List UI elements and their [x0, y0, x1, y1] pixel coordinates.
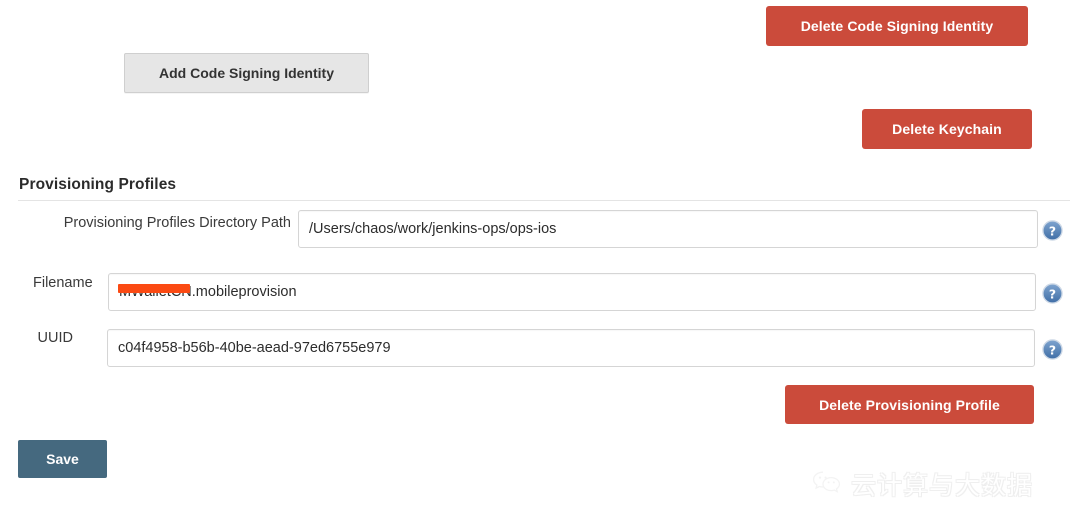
filename-input[interactable] — [108, 273, 1036, 311]
delete-provisioning-profile-button[interactable]: Delete Provisioning Profile — [785, 385, 1034, 424]
add-code-signing-identity-button[interactable]: Add Code Signing Identity — [124, 53, 369, 93]
help-icon-directory-path[interactable]: ? — [1042, 220, 1063, 241]
wechat-icon — [812, 469, 842, 499]
help-icon-filename[interactable]: ? — [1042, 283, 1063, 304]
provisioning-profiles-section-title: Provisioning Profiles — [19, 176, 177, 193]
delete-keychain-button[interactable]: Delete Keychain — [862, 109, 1032, 149]
help-icon-uuid[interactable]: ? — [1042, 339, 1063, 360]
filename-label: Filename — [33, 275, 93, 291]
svg-text:?: ? — [1049, 286, 1056, 301]
svg-text:?: ? — [1049, 342, 1056, 357]
save-button[interactable]: Save — [18, 440, 107, 478]
section-divider — [18, 200, 1070, 201]
delete-code-signing-identity-button[interactable]: Delete Code Signing Identity — [766, 6, 1028, 46]
svg-text:?: ? — [1049, 223, 1056, 238]
watermark-text: 云计算与大数据 — [851, 471, 1034, 500]
provisioning-profiles-directory-path-input[interactable] — [298, 210, 1038, 248]
uuid-label: UUID — [37, 330, 73, 346]
watermark: 云计算与大数据 — [812, 466, 1033, 502]
provisioning-profiles-directory-path-label: Provisioning Profiles Directory Path — [63, 215, 291, 231]
uuid-input[interactable] — [107, 329, 1035, 367]
